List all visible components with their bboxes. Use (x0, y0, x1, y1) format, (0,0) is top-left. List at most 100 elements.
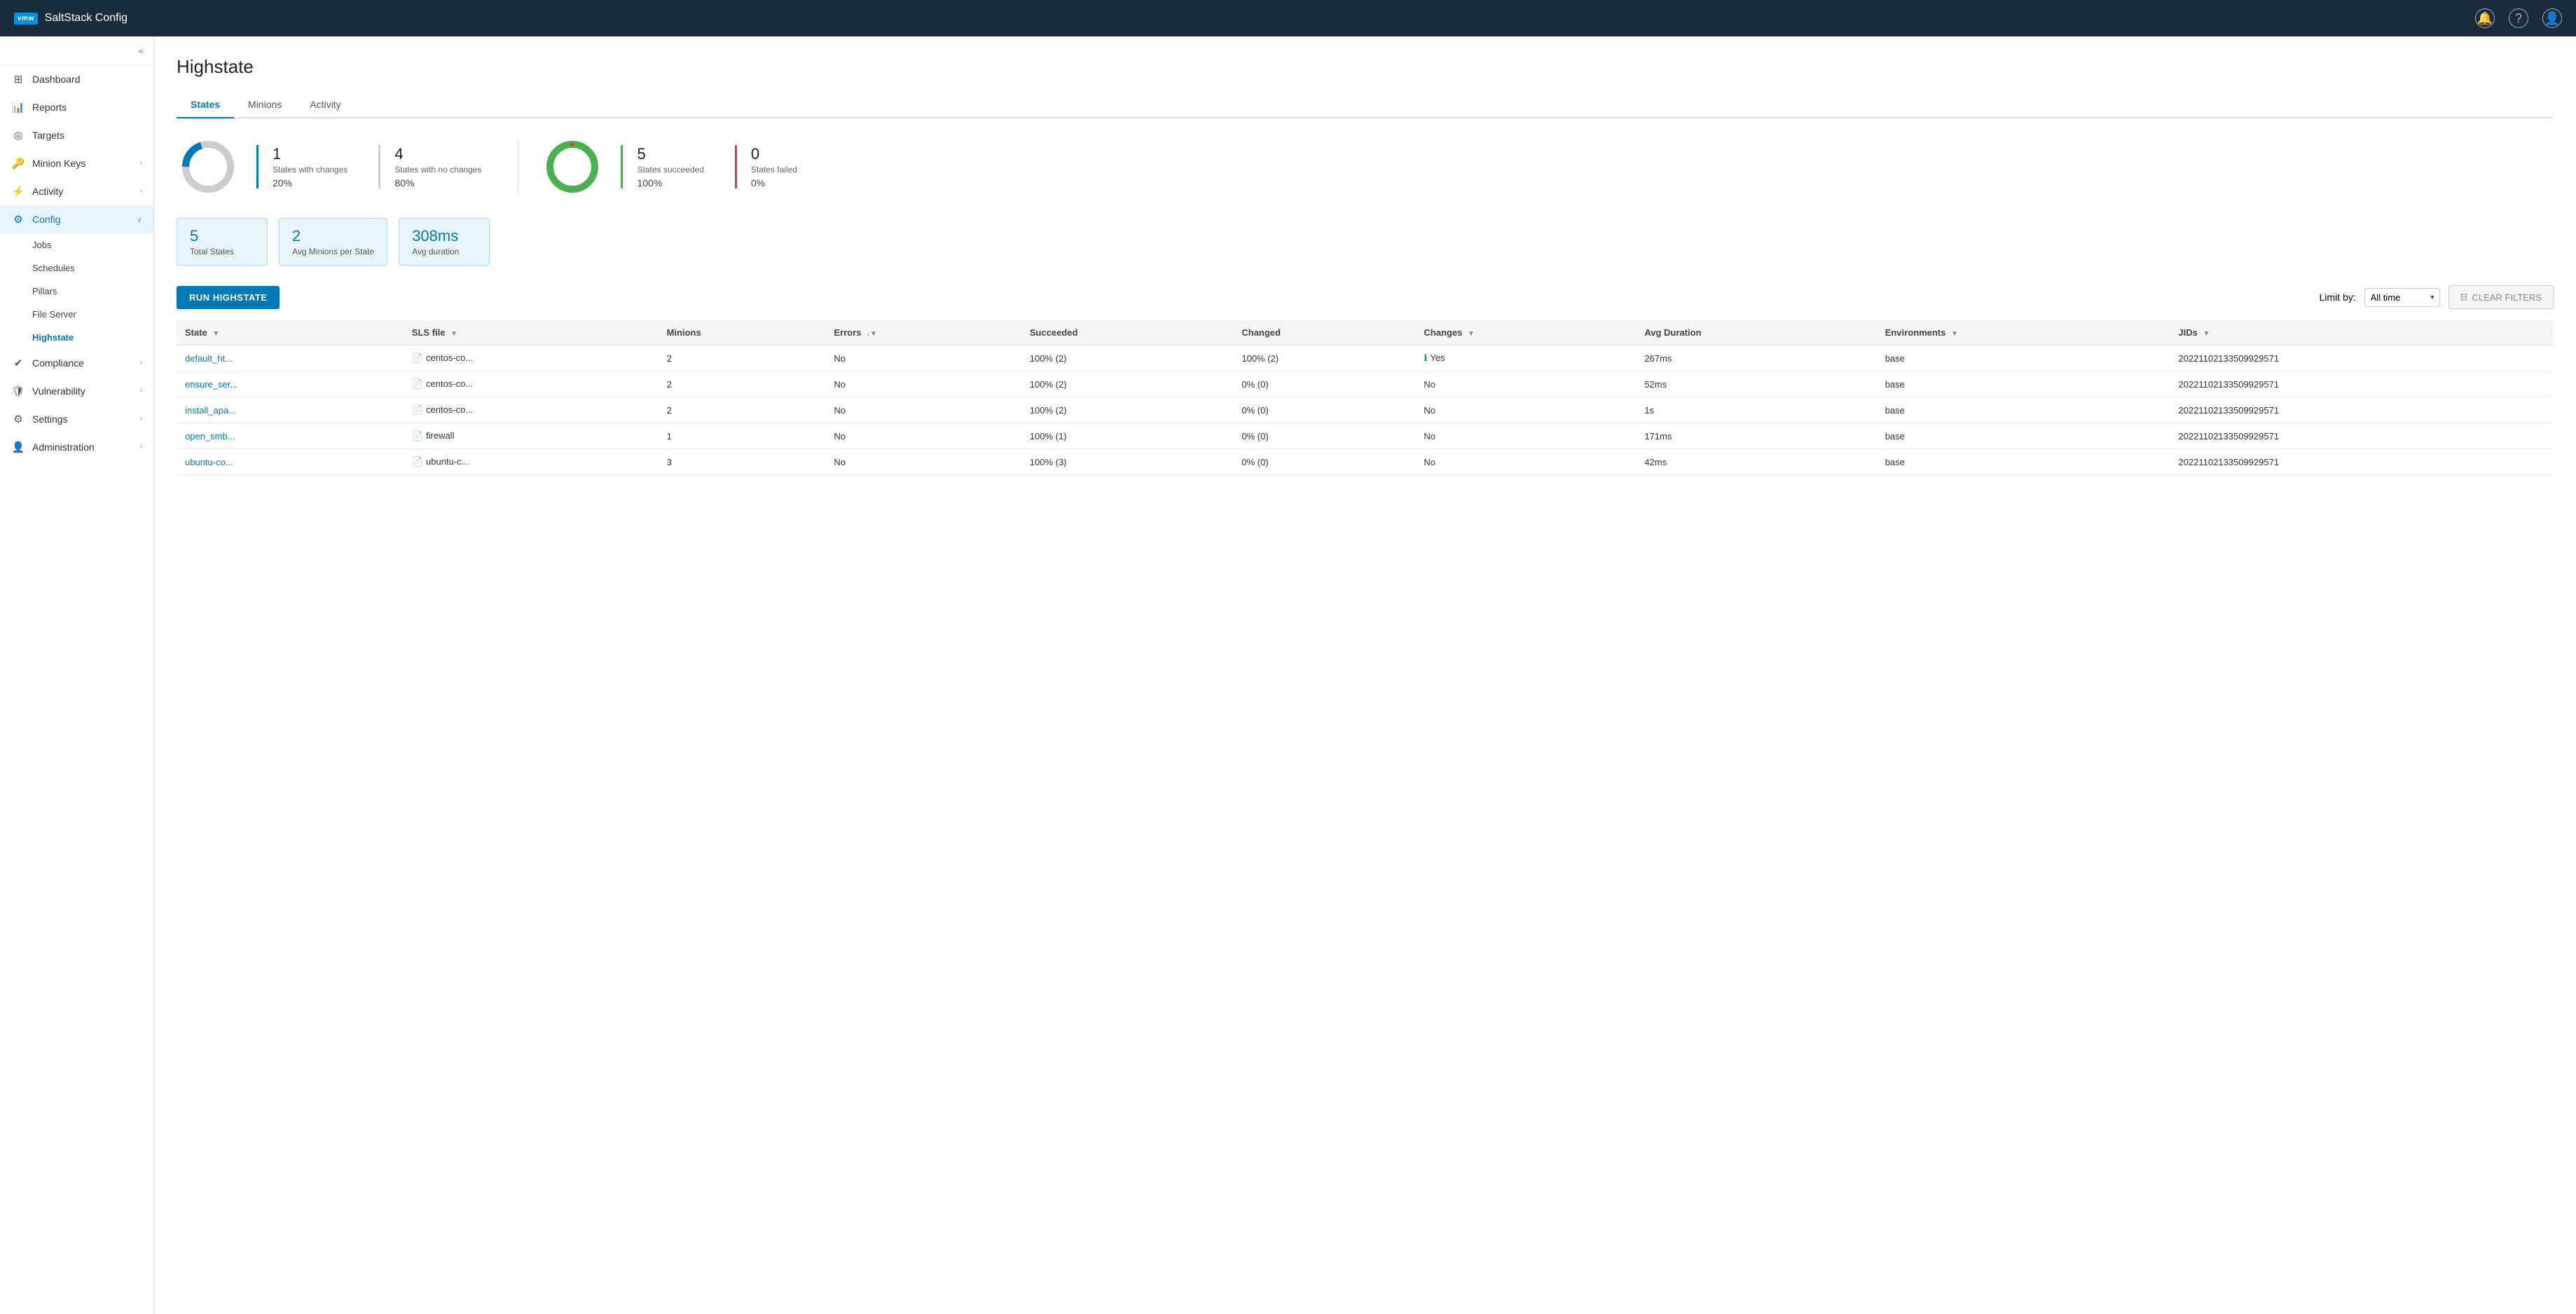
cell-changed: 100% (2) (1233, 345, 1415, 371)
tabs: States Minions Activity (177, 92, 2554, 118)
succeeded-pct: 100% (637, 177, 703, 189)
limit-select-wrapper[interactable]: All time Last 7 days Last 30 days Last 9… (2364, 288, 2440, 307)
sidebar-item-activity[interactable]: ⚡ Activity › (0, 177, 153, 205)
state-link[interactable]: install_apa... (185, 405, 236, 416)
sidebar-collapse[interactable]: « (0, 36, 153, 65)
sidebar-item-vulnerability[interactable]: 🛡 Vulnerability › (0, 377, 153, 405)
filter-icon: ⊟ (2460, 292, 2468, 303)
col-state[interactable]: State ▼ (177, 320, 404, 345)
tab-states[interactable]: States (177, 92, 234, 118)
state-link[interactable]: ensure_ser... (185, 379, 237, 390)
sidebar-item-settings[interactable]: ⚙ Settings › (0, 405, 153, 433)
sidebar-sub-item-jobs[interactable]: Jobs (0, 233, 153, 256)
changes-label: States with changes (273, 165, 347, 174)
compliance-icon: ✔ (11, 357, 25, 369)
chevron-right-icon-administration: › (139, 443, 142, 451)
total-states-value: 5 (190, 227, 254, 245)
avg-duration-label: Avg duration (412, 247, 476, 256)
avg-duration-value: 308ms (412, 227, 476, 245)
chevron-right-icon-compliance: › (139, 359, 142, 367)
targets-icon: ◎ (11, 129, 25, 142)
sort-errors-icon: ↓▼ (867, 330, 877, 338)
chevron-down-icon-config: ∨ (137, 215, 142, 224)
cell-jids: 20221102133509929571 (2170, 397, 2554, 423)
cell-avg-duration: 42ms (1636, 449, 1876, 475)
user-icon[interactable]: 👤 (2542, 8, 2562, 28)
sidebar-label-activity: Activity (32, 186, 63, 197)
state-link[interactable]: open_smb... (185, 431, 235, 442)
cell-succeeded: 100% (1) (1021, 423, 1234, 449)
cell-jids: 20221102133509929571 (2170, 449, 2554, 475)
cell-state[interactable]: install_apa... (177, 397, 404, 423)
file-icon: 📄 (412, 456, 423, 467)
col-changes[interactable]: Changes ▼ (1415, 320, 1636, 345)
chevron-right-icon-vulnerability: › (139, 387, 142, 395)
stat-succeeded: 5 States succeeded 100% (621, 145, 717, 189)
cell-changed: 0% (0) (1233, 449, 1415, 475)
collapse-btn[interactable]: « (138, 45, 144, 56)
cell-changed: 0% (0) (1233, 423, 1415, 449)
clear-filters-button[interactable]: ⊟ CLEAR FILTERS (2448, 285, 2554, 309)
sort-env-icon: ▼ (1951, 330, 1958, 338)
avg-minions-value: 2 (292, 227, 374, 245)
col-environments[interactable]: Environments ▼ (1877, 320, 2170, 345)
donut-chart-success (541, 135, 604, 198)
sidebar-sub-item-highstate[interactable]: Highstate (0, 326, 153, 349)
state-link[interactable]: default_ht... (185, 353, 233, 364)
file-icon: 📄 (412, 353, 423, 363)
config-icon: ⚙ (11, 213, 25, 226)
col-sls-file[interactable]: SLS file ▼ (404, 320, 659, 345)
sidebar-label-settings: Settings (32, 413, 68, 425)
cell-environments: base (1877, 449, 2170, 475)
bell-icon[interactable]: 🔔 (2475, 8, 2495, 28)
limit-by-label: Limit by: (2320, 292, 2356, 303)
cell-state[interactable]: default_ht... (177, 345, 404, 371)
sidebar-sub-item-pillars[interactable]: Pillars (0, 280, 153, 303)
metric-total-states: 5 Total States (177, 218, 268, 266)
col-errors[interactable]: Errors ↓▼ (825, 320, 1021, 345)
sidebar-sub-item-schedules[interactable]: Schedules (0, 256, 153, 280)
cell-sls-file: 📄centos-co... (404, 371, 659, 397)
metric-avg-duration: 308ms Avg duration (399, 218, 490, 266)
states-table: State ▼ SLS file ▼ Minions Errors ↓▼ Suc… (177, 320, 2554, 475)
table-header: State ▼ SLS file ▼ Minions Errors ↓▼ Suc… (177, 320, 2554, 345)
sidebar-item-compliance[interactable]: ✔ Compliance › (0, 349, 153, 377)
state-link[interactable]: ubuntu-co... (185, 457, 233, 467)
cell-state[interactable]: ubuntu-co... (177, 449, 404, 475)
col-changed: Changed (1233, 320, 1415, 345)
sidebar-item-config[interactable]: ⚙ Config ∨ (0, 205, 153, 233)
sidebar-item-targets[interactable]: ◎ Targets (0, 121, 153, 149)
sidebar-label-targets: Targets (32, 130, 64, 141)
sidebar-label-dashboard: Dashboard (32, 74, 81, 85)
avg-minions-label: Avg Minions per State (292, 247, 374, 256)
administration-icon: 👤 (11, 441, 25, 453)
limit-select[interactable]: All time Last 7 days Last 30 days Last 9… (2364, 288, 2440, 307)
help-icon[interactable]: ? (2509, 8, 2528, 28)
sidebar-sub-item-file-server[interactable]: File Server (0, 303, 153, 326)
cell-succeeded: 100% (2) (1021, 371, 1234, 397)
table-body: default_ht... 📄centos-co... 2 No 100% (2… (177, 345, 2554, 475)
cell-succeeded: 100% (3) (1021, 449, 1234, 475)
cell-succeeded: 100% (2) (1021, 345, 1234, 371)
failed-count: 0 (751, 145, 805, 163)
cell-minions: 3 (659, 449, 826, 475)
cell-sls-file: 📄centos-co... (404, 397, 659, 423)
sidebar-label-minion-keys: Minion Keys (32, 158, 85, 169)
tab-activity[interactable]: Activity (296, 92, 354, 118)
dashboard-icon: ⊞ (11, 73, 25, 85)
sidebar-item-administration[interactable]: 👤 Administration › (0, 433, 153, 461)
sidebar-item-dashboard[interactable]: ⊞ Dashboard (0, 65, 153, 93)
chevron-right-icon-settings: › (139, 415, 142, 423)
cell-environments: base (1877, 397, 2170, 423)
clear-filters-label: CLEAR FILTERS (2472, 292, 2542, 303)
sidebar-label-reports: Reports (32, 102, 67, 113)
col-jids[interactable]: JIDs ▼ (2170, 320, 2554, 345)
tab-minions[interactable]: Minions (234, 92, 296, 118)
sidebar-item-minion-keys[interactable]: 🔑 Minion Keys › (0, 149, 153, 177)
sidebar-item-reports[interactable]: 📊 Reports (0, 93, 153, 121)
run-highstate-button[interactable]: RUN HIGHSTATE (177, 286, 280, 309)
cell-state[interactable]: open_smb... (177, 423, 404, 449)
cell-avg-duration: 1s (1636, 397, 1876, 423)
cell-state[interactable]: ensure_ser... (177, 371, 404, 397)
app-title: SaltStack Config (45, 12, 128, 25)
